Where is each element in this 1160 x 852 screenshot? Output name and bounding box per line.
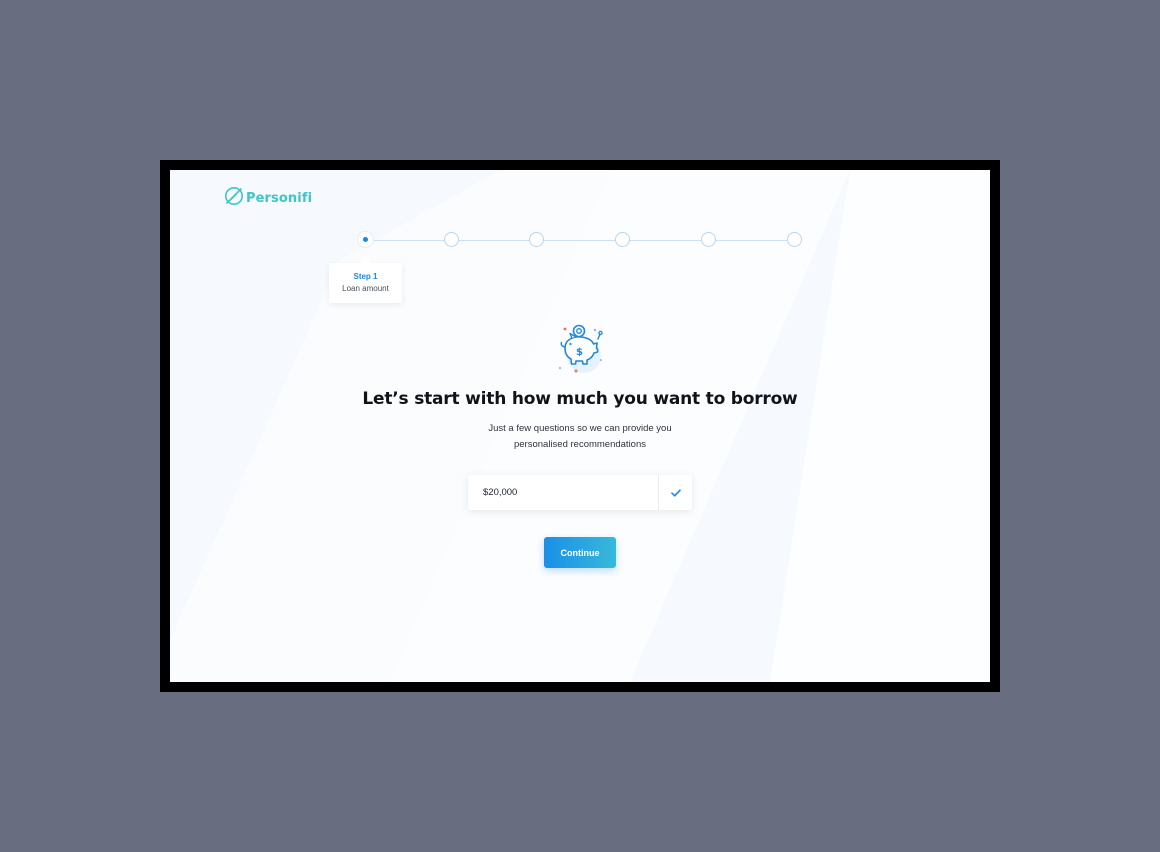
step-6-dot[interactable] [786,232,802,247]
piggy-bank-icon: $ [554,322,606,376]
page-subtext-line-2: personalised recommendations [513,438,647,450]
confirm-amount-button[interactable] [659,475,692,510]
brand-logo-icon [224,186,244,211]
step-tooltip: Step 1 Loan amount [329,257,402,303]
page-subtext: Just a few questions so we can provide y… [480,421,680,452]
progress-stepper [358,232,802,248]
page-subtext-line-1: Just a few questions so we can provide y… [488,423,672,434]
svg-text:$: $ [576,347,583,358]
step-tooltip-subtitle: Loan amount [342,284,389,293]
stepper-line [366,239,790,241]
brand-name: Personifi [246,191,313,206]
step-1-dot[interactable] [358,232,373,247]
device-frame: Personifi Step 1 Loan amount $ Let’s sta… [160,160,1000,692]
step-2-dot[interactable] [443,232,459,247]
step-3-dot[interactable] [529,232,545,247]
step-4-dot[interactable] [615,232,631,247]
step-5-dot[interactable] [700,232,716,247]
step-tooltip-title: Step 1 [353,272,378,281]
page-heading: Let’s start with how much you want to bo… [362,389,798,409]
loan-amount-field [468,475,692,510]
app-screen: Personifi Step 1 Loan amount $ Let’s sta… [170,170,990,682]
check-icon [670,484,681,502]
continue-button[interactable]: Continue [544,537,616,568]
brand-logo[interactable]: Personifi [224,186,312,211]
loan-amount-input[interactable] [468,475,658,510]
